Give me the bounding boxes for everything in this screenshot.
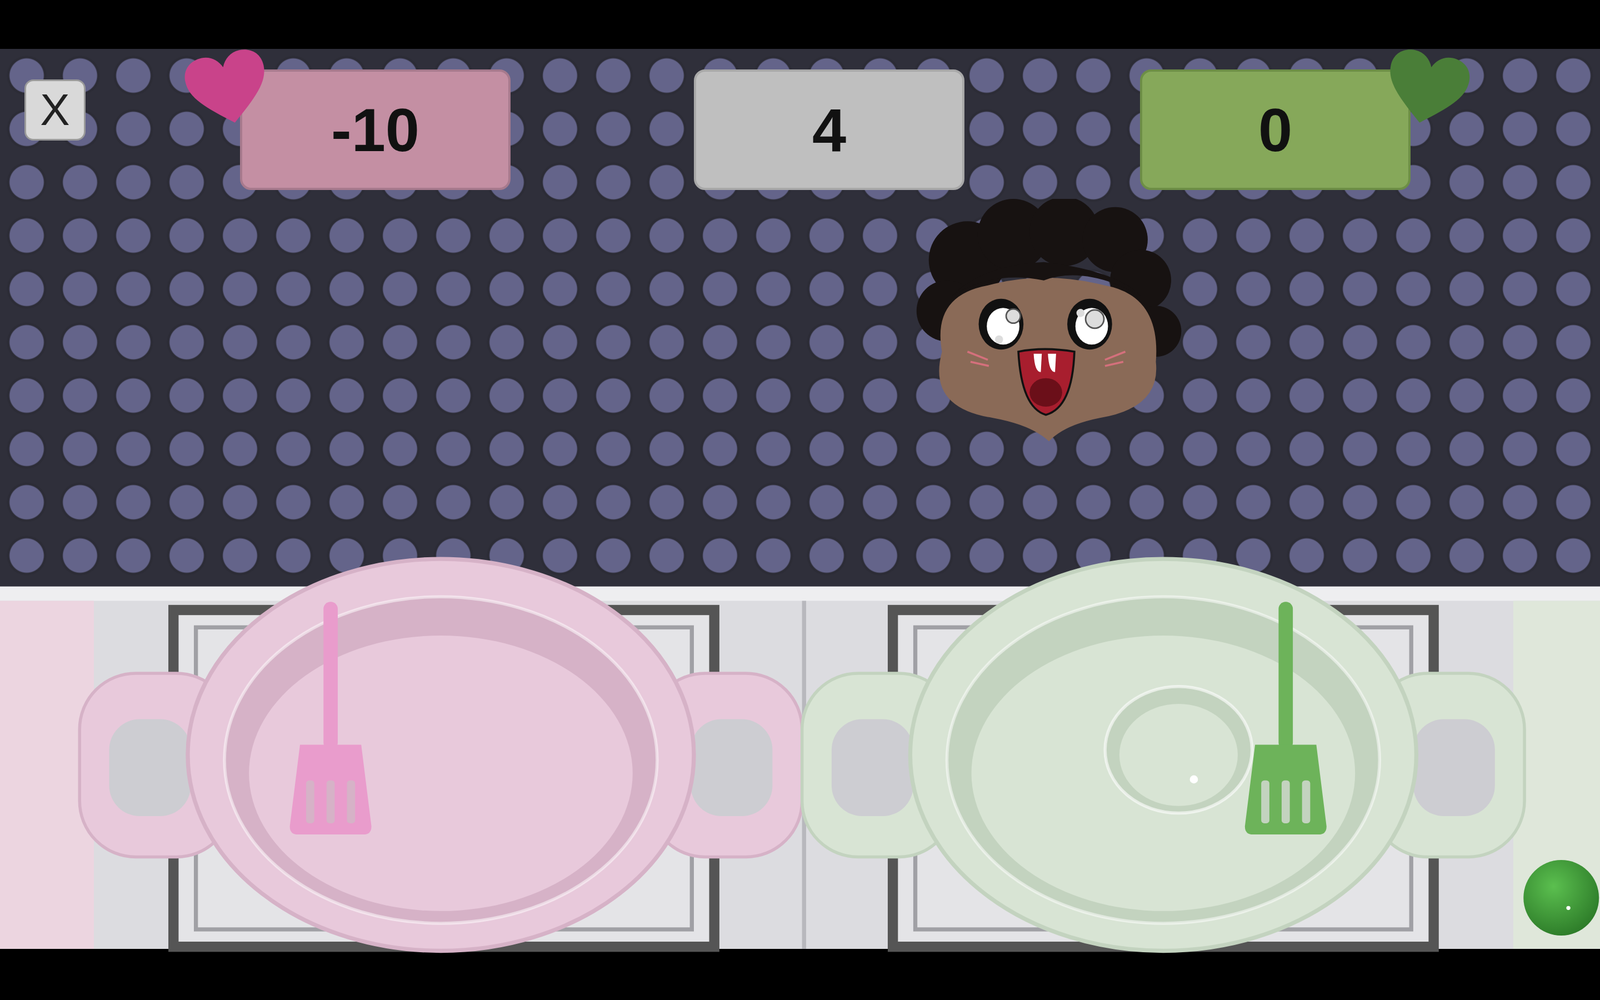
score-text: 0	[1258, 99, 1293, 161]
score-text: -10	[331, 99, 420, 161]
bottom-letterbox	[0, 948, 1600, 1000]
customer-face-icon	[911, 198, 1182, 444]
heart-icon	[179, 43, 277, 135]
header: X -10 4 0	[0, 48, 1600, 190]
round-text: 4	[812, 99, 847, 161]
score-box: 0	[1140, 69, 1411, 190]
spatula-icon[interactable]	[1245, 601, 1327, 835]
game-area: X -10 4 0	[0, 48, 1600, 949]
pan[interactable]	[802, 558, 1525, 951]
spatula-icon[interactable]	[290, 601, 372, 835]
heart-icon	[1378, 43, 1476, 135]
round-box: 4	[693, 69, 965, 190]
stove-drawing	[0, 558, 1600, 949]
food	[1105, 686, 1252, 814]
stove-counter	[0, 586, 1600, 949]
ball-button[interactable]	[1523, 860, 1599, 936]
game-screen: X -10 4 0	[0, 0, 1600, 1000]
score-box: -10	[240, 69, 511, 190]
top-letterbox	[0, 0, 1600, 49]
wallpaper: X -10 4 0	[0, 48, 1600, 587]
pan[interactable]	[79, 558, 802, 951]
close-button[interactable]: X	[24, 79, 86, 141]
